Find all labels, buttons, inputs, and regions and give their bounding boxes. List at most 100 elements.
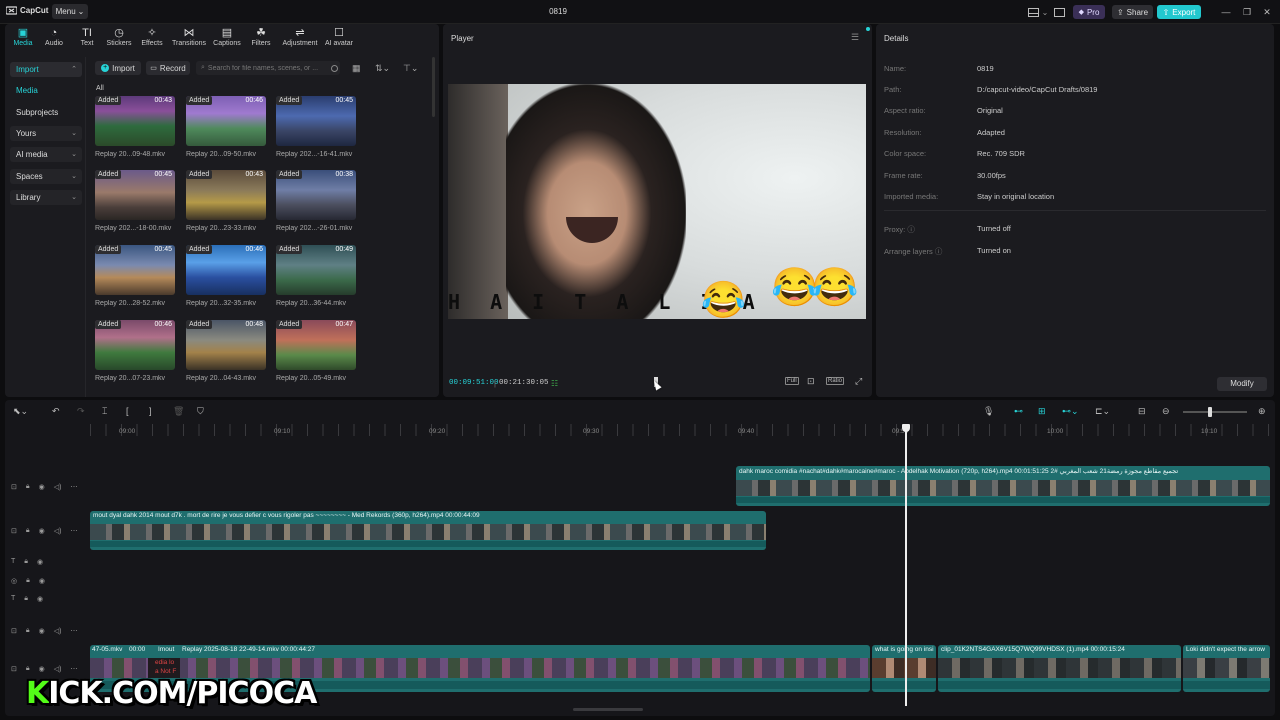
import-button[interactable]: + Import [95,61,141,75]
lock-icon[interactable]: 🔒︎ [26,665,30,673]
microphone-icon[interactable]: 🎙 [983,406,994,417]
pro-button[interactable]: ◆ Pro [1073,5,1105,19]
eye-icon[interactable]: ◉ [39,577,45,585]
nav-import[interactable]: Import ⌃ [10,62,82,77]
cover-icon[interactable]: ⊡ [11,483,17,491]
full-quality-button[interactable]: Full [785,377,799,385]
more-icon[interactable]: ⋯ [70,483,77,491]
time-ruler[interactable] [90,424,1275,436]
nav-yours[interactable]: Yours ⌄ [10,126,82,141]
tab-ai-avatar[interactable]: ☐ AI avatar [320,27,358,47]
media-thumbnail[interactable]: Added 00:46 [95,320,175,370]
preview-axis-icon[interactable]: ⊏⌄ [1095,406,1110,417]
media-thumbnail[interactable]: Added 00:45 [95,170,175,220]
eye-icon[interactable]: ◉ [37,558,43,566]
media-thumbnail[interactable]: Added 00:46 [186,245,266,295]
media-thumbnail[interactable]: Added 00:46 [186,96,266,146]
layout-icon[interactable] [1026,5,1040,19]
nav-media[interactable]: Media [10,83,82,98]
grid-view-icon[interactable]: ▦ [352,63,361,74]
playhead-line[interactable] [905,430,907,706]
split-icon[interactable]: ⌶ [102,406,107,417]
redo-icon[interactable]: ↷ [77,406,85,417]
media-thumbnail[interactable]: Added 00:45 [276,96,356,146]
video-clip-mout-dyal-dahk[interactable]: mout dyal dahk 2014 mout d7k . mort de r… [90,511,766,550]
record-button[interactable]: ▭ Record [146,61,190,75]
eye-icon[interactable]: ◉ [39,665,45,673]
timeline-grid-icon[interactable]: ☷ [551,379,558,388]
main-track-clip-what-is-going-on[interactable]: what is going on insi [872,645,936,692]
undo-icon[interactable]: ↶ [52,406,60,417]
eye-icon[interactable]: ◉ [39,483,45,491]
media-thumbnail[interactable]: Added 00:38 [276,170,356,220]
zoom-out-icon[interactable]: ⊖ [1162,406,1170,417]
export-button[interactable]: ⇧ Export [1157,5,1201,19]
sort-icon[interactable]: ⇅⌄ [375,63,390,74]
filter-icon[interactable]: ⊤⌄ [403,63,418,74]
tab-transitions[interactable]: ⋈ Transitions [171,27,207,47]
audio-icon[interactable]: ◁) [54,483,62,491]
fullscreen-icon[interactable]: ⤢ [855,376,862,387]
info-icon[interactable]: ⓘ [907,225,915,234]
close-icon[interactable]: ✕ [1260,5,1274,19]
eye-icon[interactable]: ◉ [39,527,45,535]
nav-subprojects[interactable]: Subprojects [10,105,82,120]
zoom-slider[interactable] [1183,411,1247,413]
media-scrollbar[interactable] [432,57,435,117]
tab-effects[interactable]: ✧ Effects [134,27,170,47]
screen-icon[interactable] [1052,5,1066,19]
lock-icon[interactable]: 🔒︎ [24,558,28,566]
tab-audio[interactable]: ◔ Audio [36,27,72,47]
split-left-icon[interactable]: [ [126,406,129,416]
lock-icon[interactable]: 🔒︎ [26,577,30,585]
snap-icon[interactable]: ⊷⌄ [1062,406,1079,417]
main-track-clip-loki[interactable]: Loki didn't expect the arrow [1183,645,1270,692]
layout-chevron-icon[interactable]: ⌄ [1040,5,1050,19]
minimize-icon[interactable]: — [1219,5,1233,19]
lock-icon[interactable]: 🔒︎ [26,527,30,535]
main-track-clip-01k2[interactable]: clip_01K2NTS4GAX6V15Q7WQ99VHDSX (1).mp4 … [938,645,1181,692]
cover-icon[interactable]: ⊡ [11,665,17,673]
media-thumbnail[interactable]: Added 00:49 [276,245,356,295]
timeline-scrollbar[interactable] [573,708,643,711]
audio-icon[interactable]: ◁) [54,665,62,673]
search-input[interactable]: ⌕ Search for file names, scenes, or ... [196,61,340,75]
select-tool-icon[interactable]: ⬉⌄ [13,406,28,417]
share-button[interactable]: ⇪ Share [1112,5,1153,19]
zoom-slider-handle[interactable] [1208,407,1212,417]
caption-icon[interactable]: ⊟ [1138,406,1146,417]
ratio-button[interactable]: Ratio [826,377,845,385]
nav-library[interactable]: Library ⌄ [10,190,82,205]
tab-adjustment[interactable]: ⇌ Adjustment [281,27,319,47]
eye-icon[interactable]: ◉ [39,627,45,635]
more-icon[interactable]: ⋯ [70,665,77,673]
nav-ai-media[interactable]: AI media ⌄ [10,147,82,162]
link-icon[interactable]: ⊷ [1014,406,1023,417]
media-thumbnail[interactable]: Added 00:43 [186,170,266,220]
shield-icon[interactable]: ⛉ [197,406,204,417]
screenshot-icon[interactable]: ⊡ [807,376,815,387]
lock-icon[interactable]: 🔒︎ [26,483,30,491]
tab-captions[interactable]: ▤ Captions [209,27,245,47]
video-clip-dahk-maroc[interactable]: dahk maroc comidia #nachat#dahk#marocain… [736,466,1270,506]
more-icon[interactable]: ⋯ [70,527,77,535]
tab-text[interactable]: TI Text [69,27,105,47]
more-icon[interactable]: ⋯ [70,627,77,635]
maximize-icon[interactable]: ❐ [1240,5,1254,19]
media-thumbnail[interactable]: Added 00:48 [186,320,266,370]
audio-icon[interactable]: ◁) [54,527,62,535]
video-frame[interactable]: H A I T A L I A 😂 😂 😂 [448,84,866,319]
cover-icon[interactable]: ⊡ [11,527,17,535]
magnet-icon[interactable]: ⊞ [1038,406,1046,417]
nav-spaces[interactable]: Spaces ⌄ [10,169,82,184]
info-icon[interactable]: ⓘ [935,247,943,256]
lock-icon[interactable]: 🔒︎ [24,595,28,603]
modify-button[interactable]: Modify [1217,377,1267,391]
split-right-icon[interactable]: ] [149,406,152,416]
eye-icon[interactable]: ◉ [37,595,43,603]
audio-icon[interactable]: ◁) [54,627,62,635]
menu-button[interactable]: Menu ⌄ [52,4,88,19]
media-thumbnail[interactable]: Added 00:45 [95,245,175,295]
tab-stickers[interactable]: ◷ Stickers [101,27,137,47]
media-thumbnail[interactable]: Added 00:47 [276,320,356,370]
